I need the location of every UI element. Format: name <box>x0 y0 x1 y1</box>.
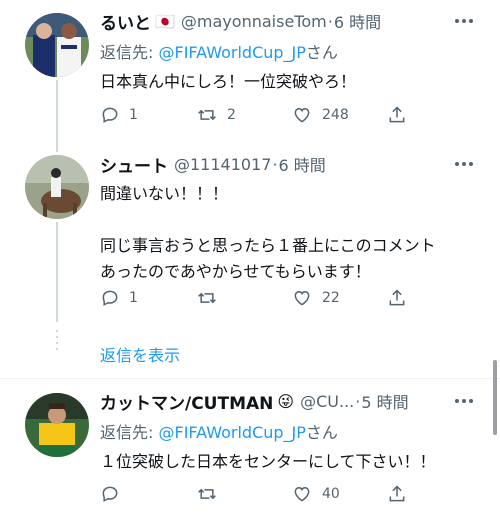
like-button[interactable]: 22 <box>291 285 340 311</box>
more-icon[interactable] <box>452 152 476 176</box>
reply-prefix: 返信先: <box>100 423 159 442</box>
separator-dot: · <box>272 154 278 174</box>
tweet-text-line: あったのであやからせてもらいます！ <box>100 262 371 281</box>
tweet-text-line: 間違いない！！！ <box>100 184 229 203</box>
reply-button[interactable]: 1 <box>100 285 138 311</box>
divider <box>0 378 500 379</box>
tweet-header: シュート @11141017 · 6 時間 <box>100 152 326 177</box>
like-button[interactable]: 248 <box>291 102 349 128</box>
user-handle[interactable]: @11141017 <box>174 155 271 174</box>
like-button[interactable]: 40 <box>291 481 340 507</box>
tweet-text-line: １位突破した日本をセンターにして下さい！！ <box>100 452 436 471</box>
display-name[interactable]: るいと <box>100 9 151 34</box>
tweet-actions: 1 22 <box>100 285 410 311</box>
retweet-icon <box>198 488 216 500</box>
tweet-text: １位突破した日本をセンターにして下さい！！ <box>100 449 436 475</box>
reply-icon <box>102 486 118 502</box>
share-icon <box>389 106 405 123</box>
timestamp[interactable]: 6 時間 <box>279 152 326 176</box>
timestamp[interactable]: 6 時間 <box>334 9 381 33</box>
reply-suffix: さん <box>305 43 338 62</box>
avatar[interactable] <box>25 13 89 77</box>
winking-face-emoji: 😜 <box>277 391 295 411</box>
tweet-text-line: 日本真ん中にしろ！一位突破やろ！ <box>100 72 357 91</box>
reply-icon <box>102 290 118 306</box>
more-icon[interactable] <box>452 389 476 413</box>
share-button[interactable] <box>387 285 407 311</box>
share-icon <box>389 485 405 502</box>
reply-count: 1 <box>129 107 138 123</box>
retweet-button[interactable] <box>196 285 227 311</box>
heart-icon <box>294 486 310 502</box>
display-name[interactable]: カットマン/CUTMAN <box>100 389 273 414</box>
separator-dot: · <box>327 11 333 31</box>
reply-handle-link[interactable]: @FIFAWorldCup_JP <box>158 43 305 62</box>
show-replies-link[interactable]: 返信を表示 <box>100 342 180 366</box>
heart-icon <box>294 107 310 123</box>
tweet-actions: 1 2 248 <box>100 102 410 128</box>
flag-emoji: 🇯🇵 <box>155 11 175 31</box>
scrollbar[interactable] <box>493 360 497 435</box>
thread-line <box>56 80 58 152</box>
share-icon <box>389 289 405 306</box>
retweet-icon <box>198 109 216 121</box>
tweet-actions: 40 <box>100 481 410 507</box>
user-handle[interactable]: @CU... <box>300 392 354 411</box>
tweet-text-line: 同じ事言おうと思ったら１番上にこのコメント <box>100 236 436 255</box>
reply-count: 1 <box>129 290 138 306</box>
more-icon[interactable] <box>452 9 476 33</box>
retweet-icon <box>198 292 216 304</box>
retweet-button[interactable] <box>196 481 227 507</box>
reply-handle-link[interactable]: @FIFAWorldCup_JP <box>158 423 305 442</box>
retweet-button[interactable]: 2 <box>196 102 236 128</box>
share-button[interactable] <box>387 102 407 128</box>
heart-icon <box>294 290 310 306</box>
like-count: 40 <box>322 486 340 502</box>
reply-icon <box>102 107 118 123</box>
tweet-header: カットマン/CUTMAN 😜 @CU... · 5 時間 <box>100 389 409 414</box>
avatar[interactable] <box>25 155 89 219</box>
tweet-header: るいと 🇯🇵 @mayonnaiseTom · 6 時間 <box>100 9 381 34</box>
retweet-count: 2 <box>227 107 236 123</box>
tweet-text: 間違いない！！！ 同じ事言おうと思ったら１番上にこのコメント あったのであやから… <box>100 181 436 285</box>
tweet-text-line <box>100 207 436 233</box>
reply-button[interactable] <box>100 481 129 507</box>
like-count: 248 <box>322 107 349 123</box>
separator-dot: · <box>355 391 361 411</box>
reply-prefix: 返信先: <box>100 43 159 62</box>
tweet-text: 日本真ん中にしろ！一位突破やろ！ <box>100 69 356 95</box>
thread-dots <box>56 330 58 354</box>
timestamp[interactable]: 5 時間 <box>361 389 408 413</box>
thread-line <box>56 222 58 322</box>
reply-suffix: さん <box>305 423 338 442</box>
like-count: 22 <box>322 290 340 306</box>
reply-to: 返信先: @FIFAWorldCup_JPさん <box>100 39 338 63</box>
reply-to: 返信先: @FIFAWorldCup_JPさん <box>100 419 338 443</box>
share-button[interactable] <box>387 481 407 507</box>
reply-button[interactable]: 1 <box>100 102 138 128</box>
avatar[interactable] <box>25 393 89 457</box>
user-handle[interactable]: @mayonnaiseTom <box>181 12 327 31</box>
display-name[interactable]: シュート <box>100 152 168 177</box>
